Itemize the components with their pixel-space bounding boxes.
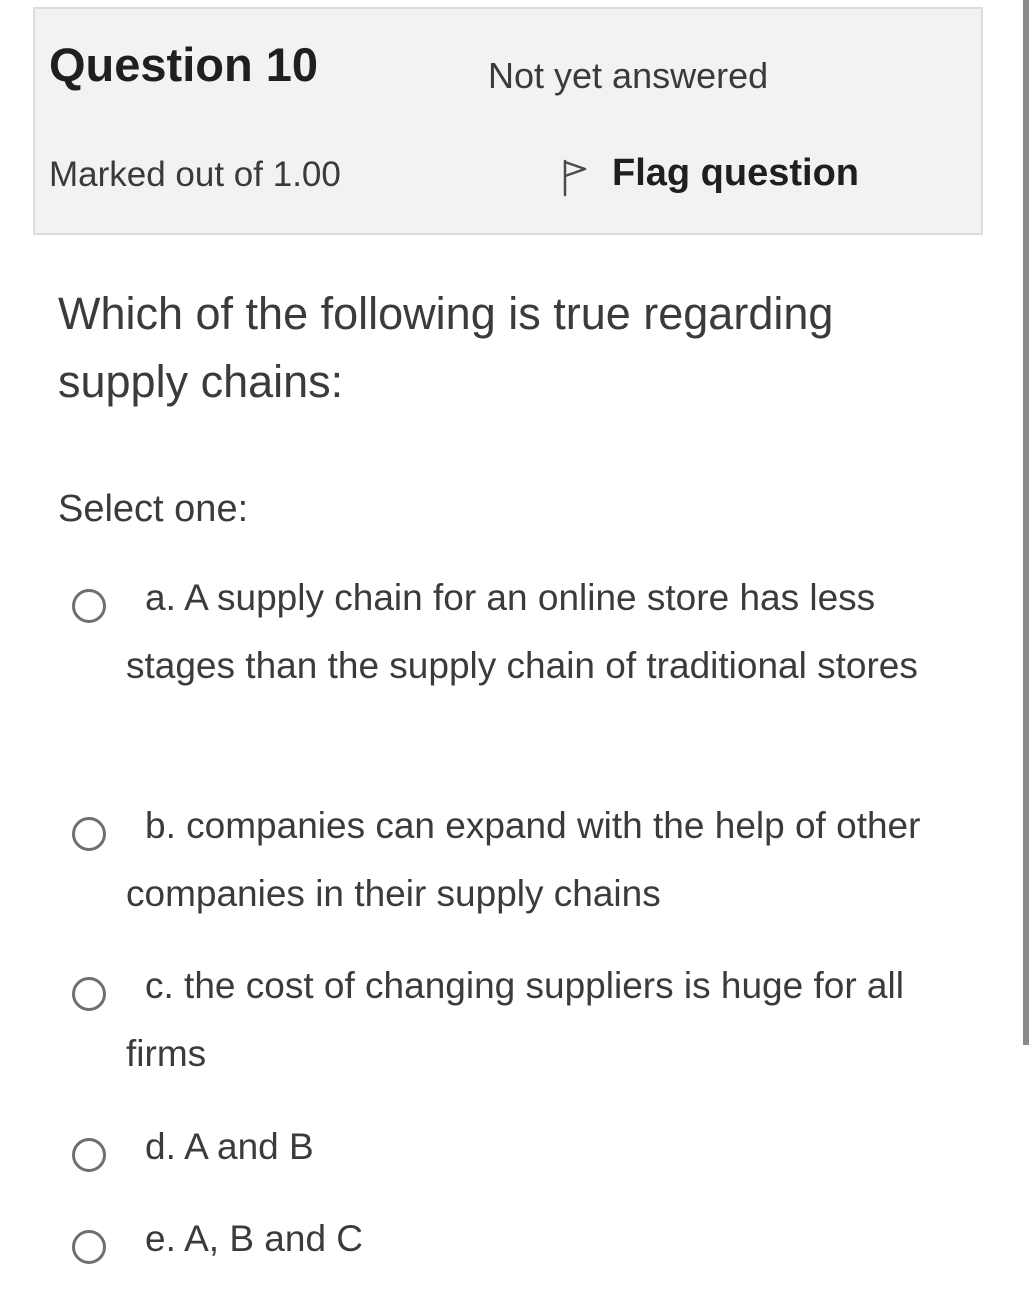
radio-unchecked-icon[interactable] [72, 1138, 106, 1172]
scrollbar[interactable] [1023, 0, 1029, 1045]
flag-question-button[interactable]: Flag question [562, 149, 859, 197]
answer-label: a. A supply chain for an online store ha… [126, 577, 918, 686]
question-state: Not yet answered [488, 55, 769, 96]
question-grade: Marked out of 1.00 [49, 155, 341, 194]
answer-label: e. A, B and C [145, 1218, 364, 1259]
question-text: Which of the following is true regarding… [58, 288, 834, 407]
radio-unchecked-icon[interactable] [72, 977, 106, 1011]
question-title: Question 10 [49, 38, 319, 91]
quiz-page: Question 10 Not yet answered Marked out … [0, 0, 1029, 1296]
answer-label: c. the cost of changing suppliers is hug… [126, 965, 904, 1074]
flag-icon [563, 159, 587, 197]
flag-question-label: Flag question [612, 151, 859, 194]
select-one-prompt: Select one: [58, 488, 249, 530]
radio-unchecked-icon[interactable] [72, 589, 106, 623]
question-info-box: Question 10 Not yet answered Marked out … [33, 7, 983, 235]
answer-label: b. companies can expand with the help of… [126, 805, 921, 914]
radio-unchecked-icon[interactable] [72, 1230, 106, 1264]
radio-unchecked-icon[interactable] [72, 817, 106, 851]
answer-label: d. A and B [145, 1126, 314, 1167]
